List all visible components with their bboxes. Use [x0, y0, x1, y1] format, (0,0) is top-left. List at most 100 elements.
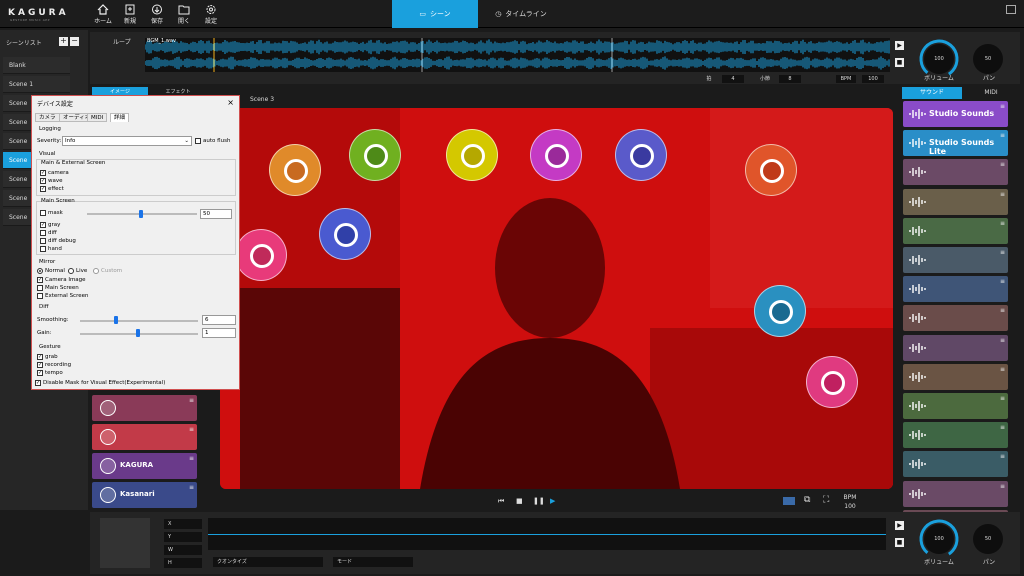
menu-icon[interactable]: ≡	[1000, 191, 1005, 198]
menu-icon[interactable]: ≡	[189, 484, 194, 491]
diff-checkbox[interactable]: diff	[40, 230, 57, 236]
loop-stop-button[interactable]: ■	[895, 58, 904, 67]
tab-midi[interactable]: MIDI	[962, 87, 1020, 99]
remove-scene-button[interactable]: −	[70, 37, 79, 46]
save-button[interactable]: 保存	[146, 4, 168, 25]
close-icon[interactable]: ×	[227, 98, 234, 107]
window-restore-icon[interactable]	[1006, 5, 1016, 14]
sound-tile[interactable]: ≡	[903, 334, 1008, 361]
play-button[interactable]: ▶	[550, 497, 555, 505]
tempo-checkbox[interactable]: ✓ tempo	[37, 370, 63, 376]
tab-camera[interactable]: カメラ	[35, 113, 60, 122]
effect-circle[interactable]	[615, 129, 667, 181]
main-screen-checkbox[interactable]: Main Screen	[37, 285, 79, 291]
scene-sound-tile[interactable]: ≡	[92, 395, 197, 421]
open-button[interactable]: 開く	[173, 4, 195, 25]
sound-tile[interactable]: ≡	[903, 451, 1008, 478]
scene-list-item[interactable]: Scene 1	[3, 76, 70, 93]
external-screen-checkbox[interactable]: External Screen	[37, 293, 88, 299]
gain-slider-thumb[interactable]	[136, 329, 140, 337]
smoothing-value[interactable]: 6	[202, 315, 236, 325]
sound-tile[interactable]: ≡	[903, 159, 1008, 186]
beat-value[interactable]: 4	[722, 75, 744, 83]
effect-circle[interactable]	[349, 129, 401, 181]
menu-icon[interactable]: ≡	[1000, 220, 1005, 227]
sound-tile[interactable]: ≡	[903, 247, 1008, 273]
mask-value[interactable]: 50	[200, 209, 232, 219]
layout-icon[interactable]	[783, 497, 795, 505]
sound-tile[interactable]: ≡	[903, 422, 1008, 449]
menu-icon[interactable]: ≡	[189, 426, 194, 433]
scene-sound-tile[interactable]: ≡	[92, 424, 197, 450]
w-field[interactable]: W	[164, 545, 202, 555]
effect-circle[interactable]	[319, 208, 371, 260]
menu-icon[interactable]: ≡	[189, 397, 194, 404]
severity-select[interactable]: Info ⌄	[62, 136, 192, 146]
settings-button[interactable]: 設定	[200, 4, 222, 25]
gray-checkbox[interactable]: ✓ gray	[40, 222, 60, 228]
sound-tile[interactable]: ≡	[903, 305, 1008, 332]
live-radio[interactable]: Live	[68, 268, 87, 274]
menu-icon[interactable]: ≡	[1000, 453, 1005, 460]
tab-scene[interactable]: ▭ シーン	[392, 0, 478, 28]
scene-sound-tile[interactable]: Kasanari ≡	[92, 482, 197, 508]
loop-play-button[interactable]: ▶	[895, 41, 904, 50]
disable-mask-checkbox[interactable]: ✓ Disable Mask for Visual Effect(Experime…	[35, 380, 165, 386]
gain-value[interactable]: 1	[202, 328, 236, 338]
camera-image-checkbox[interactable]: ✓ Camera Image	[37, 277, 86, 283]
sound-tile[interactable]: Studio Sounds Lite ≡	[903, 130, 1008, 157]
effect-circle[interactable]	[754, 285, 806, 337]
recording-checkbox[interactable]: ✓ recording	[37, 362, 71, 368]
grab-checkbox[interactable]: ✓ grab	[37, 354, 58, 360]
home-button[interactable]: ホーム	[92, 4, 114, 25]
sound-tile[interactable]: Studio Sounds ≡	[903, 101, 1008, 127]
mask-slider-thumb[interactable]	[139, 210, 143, 218]
effect-circle[interactable]	[235, 229, 287, 281]
pan-knob[interactable]: 50	[973, 44, 1003, 74]
menu-icon[interactable]: ≡	[1000, 278, 1005, 285]
bottom-pan-knob[interactable]: 50	[973, 524, 1003, 554]
stop-button[interactable]: ■	[516, 497, 523, 505]
tab-timeline[interactable]: ◷ タイムライン	[478, 0, 564, 28]
smoothing-slider[interactable]	[80, 320, 198, 322]
menu-icon[interactable]: ≡	[1000, 395, 1005, 402]
mode-select[interactable]: モード	[333, 557, 413, 567]
sound-tile[interactable]: ≡	[903, 188, 1008, 215]
pause-button[interactable]: ❚❚	[533, 497, 545, 505]
effect-circle[interactable]	[446, 129, 498, 181]
sound-tile[interactable]: ≡	[903, 217, 1008, 244]
tab-sound[interactable]: サウンド	[902, 87, 962, 99]
loop-waveform[interactable]	[144, 38, 890, 72]
bottom-timeline[interactable]	[208, 518, 886, 550]
tab-midi-settings[interactable]: MIDI	[87, 113, 108, 122]
h-field[interactable]: H	[164, 558, 202, 568]
menu-icon[interactable]: ≡	[1000, 249, 1005, 256]
scene-sound-tile[interactable]: KAGURA ≡	[92, 453, 197, 479]
menu-icon[interactable]: ≡	[1000, 307, 1005, 314]
auto-flush-checkbox[interactable]: auto flush	[195, 138, 230, 144]
menu-icon[interactable]: ≡	[1000, 161, 1005, 168]
camera-checkbox[interactable]: ✓ camera	[40, 170, 69, 176]
effect-circle[interactable]	[530, 129, 582, 181]
diff-debug-checkbox[interactable]: diff debug	[40, 238, 76, 244]
menu-icon[interactable]: ≡	[1000, 424, 1005, 431]
mask-checkbox[interactable]: mask	[40, 210, 63, 216]
volume-knob[interactable]: 100	[924, 44, 954, 74]
custom-radio[interactable]: Custom	[93, 268, 122, 274]
bpm-value[interactable]: 100	[862, 75, 884, 83]
bottom-play-button[interactable]: ▶	[895, 521, 904, 530]
menu-icon[interactable]: ≡	[1000, 337, 1005, 344]
fullscreen-icon[interactable]: ⛶	[823, 495, 829, 505]
menu-icon[interactable]: ≡	[189, 455, 194, 462]
y-field[interactable]: Y	[164, 532, 202, 542]
effect-circle[interactable]	[269, 144, 321, 196]
quantize-select[interactable]: クオンタイズ	[213, 557, 323, 567]
effect-circle[interactable]	[806, 356, 858, 408]
scene-list-item[interactable]: Blank	[3, 57, 70, 74]
hand-checkbox[interactable]: hand	[40, 246, 62, 252]
sound-tile[interactable]: ≡	[903, 276, 1008, 303]
add-scene-button[interactable]: +	[59, 37, 68, 46]
menu-icon[interactable]: ≡	[1000, 366, 1005, 373]
new-button[interactable]: 新規	[119, 4, 141, 25]
menu-icon[interactable]: ≡	[1000, 483, 1005, 490]
